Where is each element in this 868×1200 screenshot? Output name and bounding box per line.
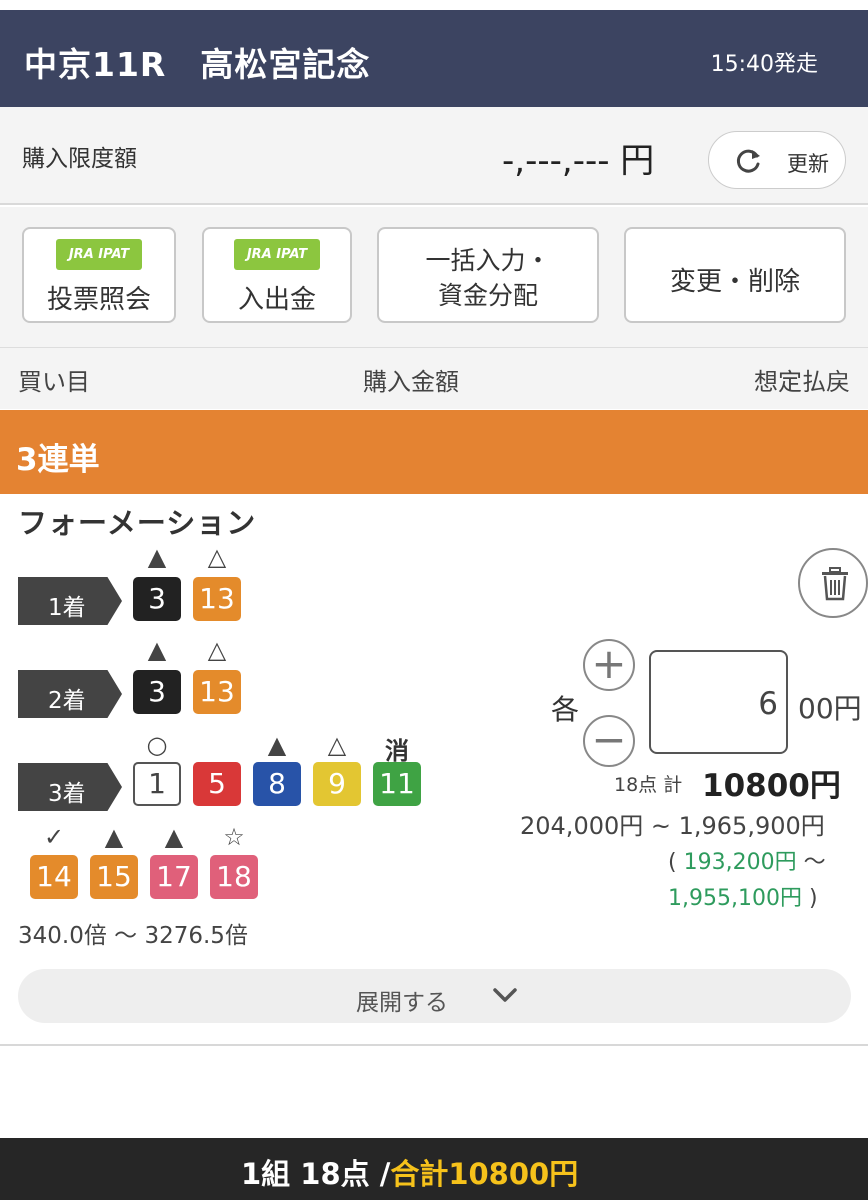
jra-ipat-badge: JRA IPAT	[56, 239, 142, 270]
vote-inquiry-label: 投票照会	[46, 285, 151, 315]
amount-input-value: 6	[758, 686, 778, 722]
trash-icon	[822, 567, 848, 601]
profit-low: 193,200円	[683, 850, 797, 875]
horse-number-chip: 14	[30, 855, 78, 899]
profit-separator: ～	[803, 850, 826, 875]
prediction-mark: ○	[146, 731, 168, 759]
profit-range-line1: ( 193,200円 ～	[668, 844, 826, 876]
prediction-mark: ▲	[147, 543, 167, 571]
purchase-limit-bar: 購入限度額 -,---,--- 円 更新	[0, 107, 868, 205]
modify-delete-button[interactable]: 変更・削除	[624, 227, 846, 323]
horse-number-chip: 5	[193, 762, 241, 806]
deposit-withdraw-label: 入出金	[237, 285, 316, 315]
payout-range: 204,000円 ~ 1,965,900円	[520, 812, 825, 840]
race-title: 中京11R 高松宮記念	[24, 45, 371, 84]
action-button-row: JRA IPAT 投票照会 JRA IPAT 入出金 一括入力・ 資金分配 変更…	[0, 207, 868, 347]
column-amount: 購入金額	[363, 368, 459, 396]
modify-delete-label: 変更・削除	[669, 267, 800, 297]
horse-number-chip: 8	[253, 762, 301, 806]
position-tag-3rd: 3着	[18, 763, 122, 811]
increment-button[interactable]: +	[583, 639, 635, 691]
profit-high: 1,955,100円	[668, 886, 802, 911]
position-label: 2着	[48, 688, 86, 714]
horse-number-chip: 13	[193, 577, 241, 621]
summary-footer: 1組 18点 /合計10800円	[0, 1138, 868, 1200]
prediction-mark: △	[207, 543, 227, 571]
position-tag-2nd: 2着	[18, 670, 122, 718]
prediction-mark: ▲	[267, 731, 287, 759]
amount-unit: 00円	[798, 692, 862, 725]
start-time: 15:40発走	[710, 52, 818, 77]
expand-label: 展開する	[356, 990, 448, 1016]
bulk-input-label-line1: 一括入力・	[425, 246, 551, 275]
horse-number-chip: 17	[150, 855, 198, 899]
deposit-withdraw-button[interactable]: JRA IPAT 入出金	[202, 227, 352, 323]
bet-type-bar: 3連単	[0, 410, 868, 494]
horse-number-chip: 1	[133, 762, 181, 806]
vote-inquiry-button[interactable]: JRA IPAT 投票照会	[22, 227, 176, 323]
prediction-mark: 消	[385, 737, 409, 765]
race-header: 中京11R 高松宮記念 15:40発走	[0, 10, 868, 107]
jra-ipat-badge: JRA IPAT	[234, 239, 320, 270]
prediction-mark: △	[327, 731, 347, 759]
position-tag-1st: 1着	[18, 577, 122, 625]
profit-close-paren: )	[808, 886, 818, 911]
formation-label: フォーメーション	[18, 506, 257, 540]
bulk-input-button[interactable]: 一括入力・ 資金分配	[377, 227, 599, 323]
expand-button[interactable]: 展開する	[18, 969, 851, 1023]
delete-button[interactable]	[798, 548, 868, 618]
odds-range: 340.0倍 ～ 3276.5倍	[18, 923, 248, 949]
prediction-mark: ▲	[104, 823, 124, 851]
footer-summary: 1組 18点 /	[241, 1157, 391, 1191]
profit-range-line2: 1,955,100円 )	[668, 880, 818, 912]
horse-number-chip: 15	[90, 855, 138, 899]
chevron-down-icon	[493, 988, 517, 1002]
footer-total: 合計10800円	[390, 1157, 579, 1191]
refresh-icon	[736, 149, 760, 173]
bulk-input-label-line2: 資金分配	[437, 281, 538, 310]
prediction-mark: ▲	[164, 823, 184, 851]
horse-number-chip: 11	[373, 762, 421, 806]
points-label: 18点 計	[614, 774, 683, 796]
column-header-row: 買い目 購入金額 想定払戻	[0, 347, 868, 409]
plus-icon: +	[591, 639, 627, 688]
horse-number-chip: 13	[193, 670, 241, 714]
prediction-mark: ▲	[147, 636, 167, 664]
each-label: 各	[551, 693, 580, 726]
column-payout: 想定払戻	[754, 368, 850, 396]
prediction-mark: ☆	[223, 823, 245, 851]
amount-input[interactable]: 6	[649, 650, 788, 754]
minus-icon: −	[591, 715, 627, 764]
position-label: 1着	[48, 595, 86, 621]
horse-number-chip: 3	[133, 670, 181, 714]
prediction-mark: ✓	[43, 823, 65, 851]
refresh-button[interactable]: 更新	[708, 131, 846, 189]
refresh-label: 更新	[787, 152, 829, 176]
position-label: 3着	[48, 781, 86, 807]
decrement-button[interactable]: −	[583, 715, 635, 767]
purchase-limit-amount: -,---,--- 円	[502, 141, 655, 181]
bet-type-label: 3連単	[16, 442, 100, 478]
horse-number-chip: 9	[313, 762, 361, 806]
profit-open-paren: (	[668, 850, 677, 875]
horse-number-chip: 3	[133, 577, 181, 621]
purchase-limit-label: 購入限度額	[22, 146, 137, 172]
horse-number-chip: 18	[210, 855, 258, 899]
column-bet: 買い目	[18, 368, 90, 396]
section-divider	[0, 1044, 868, 1046]
total-amount: 10800円	[702, 768, 841, 804]
prediction-mark: △	[207, 636, 227, 664]
